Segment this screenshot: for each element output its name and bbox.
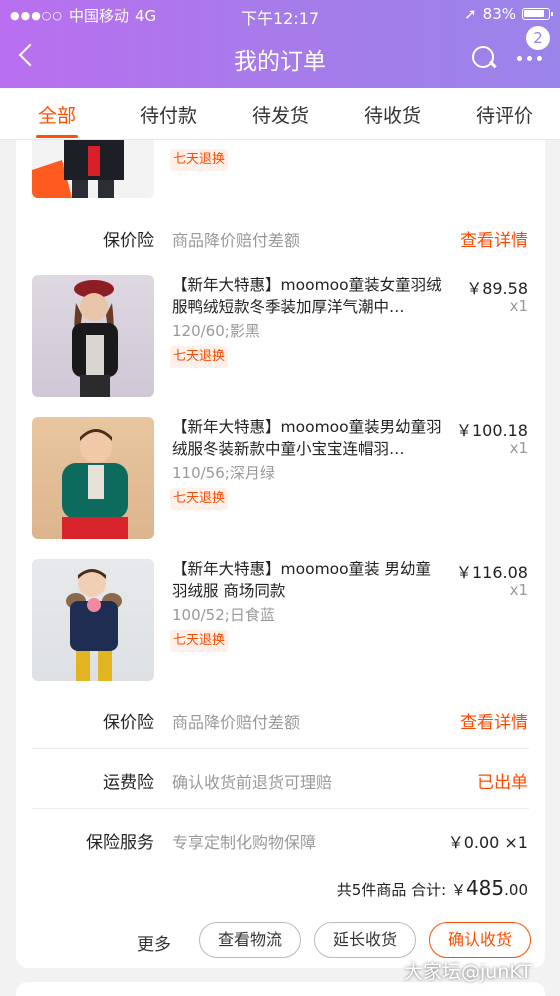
more-dot: [517, 56, 522, 61]
return-policy-tag: 七天退换: [170, 149, 229, 171]
product-qty: x1: [509, 297, 528, 315]
product-sku: 110/56;深月绿: [172, 464, 275, 482]
product-image[interactable]: [32, 417, 154, 539]
summary-total-integer: 485: [465, 876, 505, 900]
price-protect-label: 保价险: [103, 231, 154, 251]
battery-percent: 83%: [482, 5, 516, 23]
product-photo-icon: [32, 140, 124, 198]
notification-badge: 2: [526, 26, 550, 50]
watermark-text: 大家坛@junKT: [404, 961, 532, 983]
product-sku: 120/60;影黑: [172, 322, 260, 340]
product-sku: 100/52;日食蓝: [172, 606, 275, 624]
product-image[interactable]: [32, 140, 154, 198]
price-protect-detail-link[interactable]: 查看详情: [460, 708, 528, 733]
insurance-service-label: 保险服务: [86, 833, 154, 853]
product-qty: x1: [509, 581, 528, 599]
more-dot: [537, 56, 542, 61]
product-price: ￥100.18: [456, 421, 528, 440]
price-protect-label: 保价险: [103, 713, 154, 733]
view-logistics-button[interactable]: 查看物流: [199, 922, 301, 958]
battery-icon: [522, 8, 553, 20]
summary-total-decimal: .00: [504, 881, 528, 899]
divider: [32, 748, 529, 749]
product-photo-icon: [72, 280, 118, 397]
location-icon: ➚: [464, 5, 477, 23]
more-actions-link[interactable]: 更多: [137, 930, 171, 955]
header: ●●●○○ 中国移动 4G 下午12:17 ➚ 83% 我的订单 2: [0, 0, 560, 88]
status-bar: ●●●○○ 中国移动 4G 下午12:17 ➚ 83%: [0, 0, 560, 30]
order-summary: 共5件商品 合计: ￥485.00: [337, 876, 528, 900]
product-photo-icon: [66, 569, 122, 681]
product-image[interactable]: [32, 559, 154, 681]
tab-pending-payment[interactable]: 待付款: [140, 101, 197, 128]
status-right: ➚ 83%: [464, 5, 553, 23]
confirm-receipt-button[interactable]: 确认收货: [429, 922, 531, 958]
order-tabs: 全部 待付款 待发货 待收货 待评价: [0, 88, 560, 140]
price-protect-desc: 商品降价赔付差额: [172, 713, 301, 732]
more-dot: [527, 56, 532, 61]
next-order-card: [16, 982, 545, 996]
product-name[interactable]: 【新年大特惠】moomoo童装男幼童羽绒服冬装新款中童小宝宝连帽羽…: [172, 416, 444, 460]
return-policy-tag: 七天退换: [170, 630, 229, 652]
tab-pending-review[interactable]: 待评价: [476, 101, 533, 128]
shipping-insurance-label: 运费险: [103, 773, 154, 793]
product-qty: x1: [509, 439, 528, 457]
product-name[interactable]: 【新年大特惠】moomoo童装女童羽绒服鸭绒短款冬季装加厚洋气潮中…: [172, 274, 444, 318]
product-photo-icon: [62, 429, 128, 539]
insurance-service-desc: 专享定制化购物保障: [172, 833, 317, 852]
tab-active-indicator: [36, 135, 78, 138]
product-price: ￥89.58: [466, 279, 528, 298]
price-protect-desc: 商品降价赔付差额: [172, 231, 301, 250]
shipping-insurance-desc: 确认收货前退货可理赔: [172, 773, 333, 792]
product-name[interactable]: 【新年大特惠】moomoo童装 男幼童羽绒服 商场同款: [172, 558, 444, 602]
summary-currency: ￥: [450, 881, 466, 899]
tab-pending-receipt[interactable]: 待收货: [364, 101, 421, 128]
product-price: ￥116.08: [456, 563, 528, 582]
extend-receipt-button[interactable]: 延长收货: [314, 922, 416, 958]
shipping-insurance-status-link[interactable]: 已出单: [477, 768, 528, 793]
product-image[interactable]: [32, 275, 154, 397]
tab-all[interactable]: 全部: [38, 101, 76, 128]
price-protect-detail-link[interactable]: 查看详情: [460, 226, 528, 251]
search-icon[interactable]: [470, 44, 498, 72]
summary-count-text: 共5件商品 合计:: [336, 881, 447, 899]
nav-bar: 我的订单 2: [0, 26, 560, 88]
return-policy-tag: 七天退换: [170, 488, 229, 510]
tab-pending-shipment[interactable]: 待发货: [252, 101, 309, 128]
return-policy-tag: 七天退换: [170, 346, 229, 368]
insurance-service-price: ￥0.00 ×1: [447, 833, 528, 852]
divider: [32, 808, 529, 809]
